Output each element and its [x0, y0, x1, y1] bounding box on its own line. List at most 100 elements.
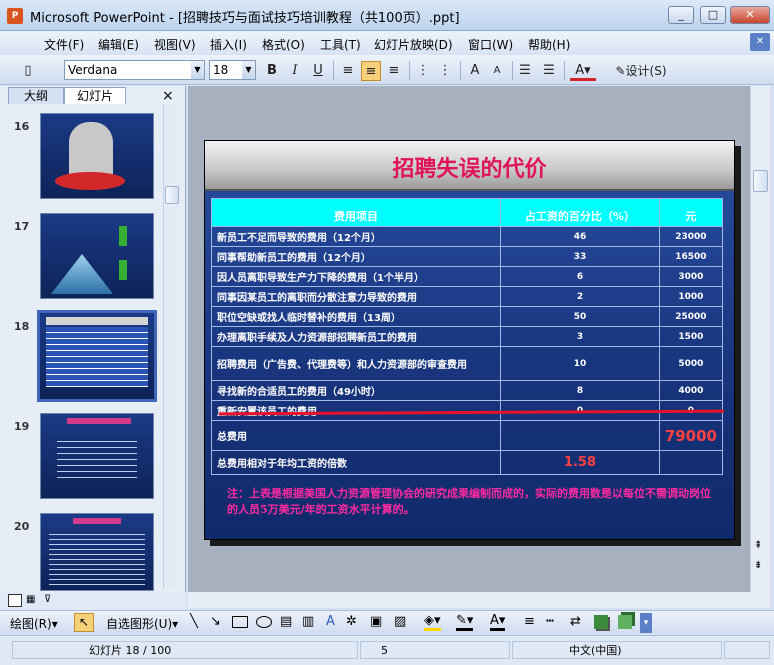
font-color-icon[interactable]: A▾: [570, 61, 596, 81]
arrow-down-icon: [119, 260, 127, 280]
title-strip-shape: [73, 518, 121, 524]
menu-insert[interactable]: 插入(I): [210, 36, 247, 53]
next-slide-icon[interactable]: ⇟: [754, 560, 762, 571]
chevron-down-icon: ▾: [51, 617, 58, 631]
chevron-down-icon[interactable]: ▼: [191, 61, 204, 79]
cell-item: 同事因某员工的离职而分散注意力导致的费用: [210, 286, 502, 307]
textbox-icon[interactable]: ▤: [280, 614, 292, 629]
toolbar-options-icon[interactable]: ▾: [640, 613, 652, 633]
previous-slide-icon[interactable]: ⇞: [754, 540, 762, 551]
align-left-icon[interactable]: ≡: [339, 61, 357, 81]
panel-scrollbar[interactable]: [163, 104, 180, 589]
slide-thumbnail-19[interactable]: [40, 413, 154, 499]
cell-item: 职位空缺或找人临时替补的费用（13周）: [210, 306, 502, 327]
bold-button[interactable]: B: [264, 61, 280, 81]
arrow-up-icon: [119, 226, 127, 246]
increase-indent-icon[interactable]: ☰: [540, 61, 558, 81]
chevron-down-icon[interactable]: ▼: [242, 61, 255, 79]
align-center-icon[interactable]: ≡: [361, 61, 381, 81]
normal-view-icon[interactable]: [8, 594, 22, 607]
slide-thumbnail-16[interactable]: [40, 113, 154, 199]
cell-amount: 23000: [658, 226, 724, 247]
vertical-textbox-icon[interactable]: ▥: [302, 614, 314, 629]
autoshapes-menu[interactable]: 自选图形(U)▾: [106, 615, 178, 632]
numbering-icon[interactable]: ⋮: [414, 61, 432, 81]
slide-thumbnail-20[interactable]: [40, 513, 154, 591]
title-strip-shape: [67, 418, 131, 424]
cell-percent: 2: [500, 286, 660, 307]
slide-number: 17: [14, 220, 30, 233]
slide-note[interactable]: 注：上表是根据美国人力资源管理协会的研究成果编制而成的，实际的费用数是以每位不需…: [227, 486, 717, 518]
cost-table[interactable]: 费用项目 占工资的百分比（%） 元 新员工不足而导致的费用（12个月） 46 230…: [210, 198, 724, 475]
new-document-icon[interactable]: ▯: [20, 61, 36, 81]
decrease-font-icon[interactable]: A: [488, 61, 506, 81]
menu-view[interactable]: 视图(V): [154, 36, 196, 53]
menu-edit[interactable]: 编辑(E): [98, 36, 139, 53]
diagram-icon[interactable]: ✲: [346, 614, 357, 629]
picture-icon[interactable]: ▨: [394, 614, 406, 629]
clipart-icon[interactable]: ▣: [370, 614, 382, 629]
wordart-icon[interactable]: A: [326, 614, 335, 629]
slide-sorter-icon[interactable]: ▦: [26, 594, 40, 607]
menu-help[interactable]: 帮助(H): [528, 36, 570, 53]
arrow-icon[interactable]: ↘: [210, 614, 221, 629]
close-button[interactable]: ✕: [730, 6, 770, 24]
shadow-style-icon[interactable]: [594, 615, 608, 629]
red-platform-shape: [55, 172, 125, 190]
horizontal-scrollbar[interactable]: [188, 592, 770, 608]
table-row: 新员工不足而导致的费用（12个月） 46 23000: [210, 226, 724, 247]
cell-amount: 1500: [658, 326, 724, 347]
font-size-combo[interactable]: 18 ▼: [209, 60, 256, 80]
line-icon[interactable]: ╲: [190, 614, 198, 629]
empty-cell: [500, 420, 660, 451]
italic-button[interactable]: I: [287, 61, 303, 81]
design-icon: ✎: [615, 64, 626, 78]
line-color-icon[interactable]: ✎▾: [456, 613, 474, 631]
rectangle-icon[interactable]: [232, 616, 248, 628]
bullets-icon[interactable]: ⋮: [436, 61, 454, 81]
maximize-button[interactable]: □: [700, 6, 726, 24]
font-combo[interactable]: Verdana ▼: [64, 60, 205, 80]
underline-button[interactable]: U: [310, 61, 326, 81]
menu-close-icon[interactable]: ✕: [750, 33, 770, 51]
decrease-indent-icon[interactable]: ☰: [516, 61, 534, 81]
separator: [512, 61, 513, 80]
editor-scrollbar[interactable]: ⇞ ⇟: [750, 86, 770, 608]
scroll-thumb[interactable]: [753, 170, 768, 192]
slide-title[interactable]: 招聘失误的代价: [205, 151, 734, 183]
menu-window[interactable]: 窗口(W): [468, 36, 513, 53]
panel-close-icon[interactable]: ×: [162, 88, 174, 104]
tab-outline[interactable]: 大纲: [8, 87, 64, 104]
menu-slideshow[interactable]: 幻灯片放映(D): [374, 36, 453, 53]
align-right-icon[interactable]: ≡: [385, 61, 403, 81]
minimize-button[interactable]: _: [668, 6, 694, 24]
menu-tools[interactable]: 工具(T): [320, 36, 361, 53]
slide-canvas[interactable]: 招聘失误的代价 费用项目 占工资的百分比（%） 元 新员工不足而导致的费用（12…: [204, 140, 735, 540]
slide-thumbnail-17[interactable]: [40, 213, 154, 299]
cell-percent: 6: [500, 266, 660, 287]
menu-file[interactable]: 文件(F): [44, 36, 84, 53]
cell-amount: 3000: [658, 266, 724, 287]
table-total-row: 总费用 79000: [210, 420, 724, 451]
oval-icon[interactable]: [256, 616, 272, 628]
menu-format[interactable]: 格式(O): [262, 36, 305, 53]
total-value: 79000: [658, 420, 724, 451]
3d-style-icon[interactable]: [618, 615, 632, 629]
line-style-icon[interactable]: ≡: [524, 614, 535, 629]
slideshow-icon[interactable]: ⊽: [44, 594, 58, 607]
table-row: 寻找新的合适员工的费用（49小时） 8 4000: [210, 380, 724, 401]
increase-font-icon[interactable]: A: [466, 61, 484, 81]
draw-menu[interactable]: 绘图(R)▾: [10, 615, 58, 632]
fill-color-icon[interactable]: ◈▾: [424, 613, 441, 631]
arrow-style-icon[interactable]: ⇄: [570, 614, 581, 629]
separator: [409, 61, 410, 80]
scroll-thumb[interactable]: [165, 186, 179, 204]
table-row: 办理离职手续及人力资源部招聘新员工的费用 3 1500: [210, 326, 724, 347]
font-color-icon[interactable]: A▾: [490, 613, 506, 631]
tab-slides[interactable]: 幻灯片: [64, 87, 126, 104]
slide-thumbnail-18[interactable]: [37, 310, 157, 402]
design-button[interactable]: ✎设计(S): [610, 61, 672, 81]
dash-style-icon[interactable]: ┅: [546, 614, 554, 629]
status-empty: [724, 641, 770, 659]
select-pointer-icon[interactable]: ↖: [74, 613, 94, 632]
